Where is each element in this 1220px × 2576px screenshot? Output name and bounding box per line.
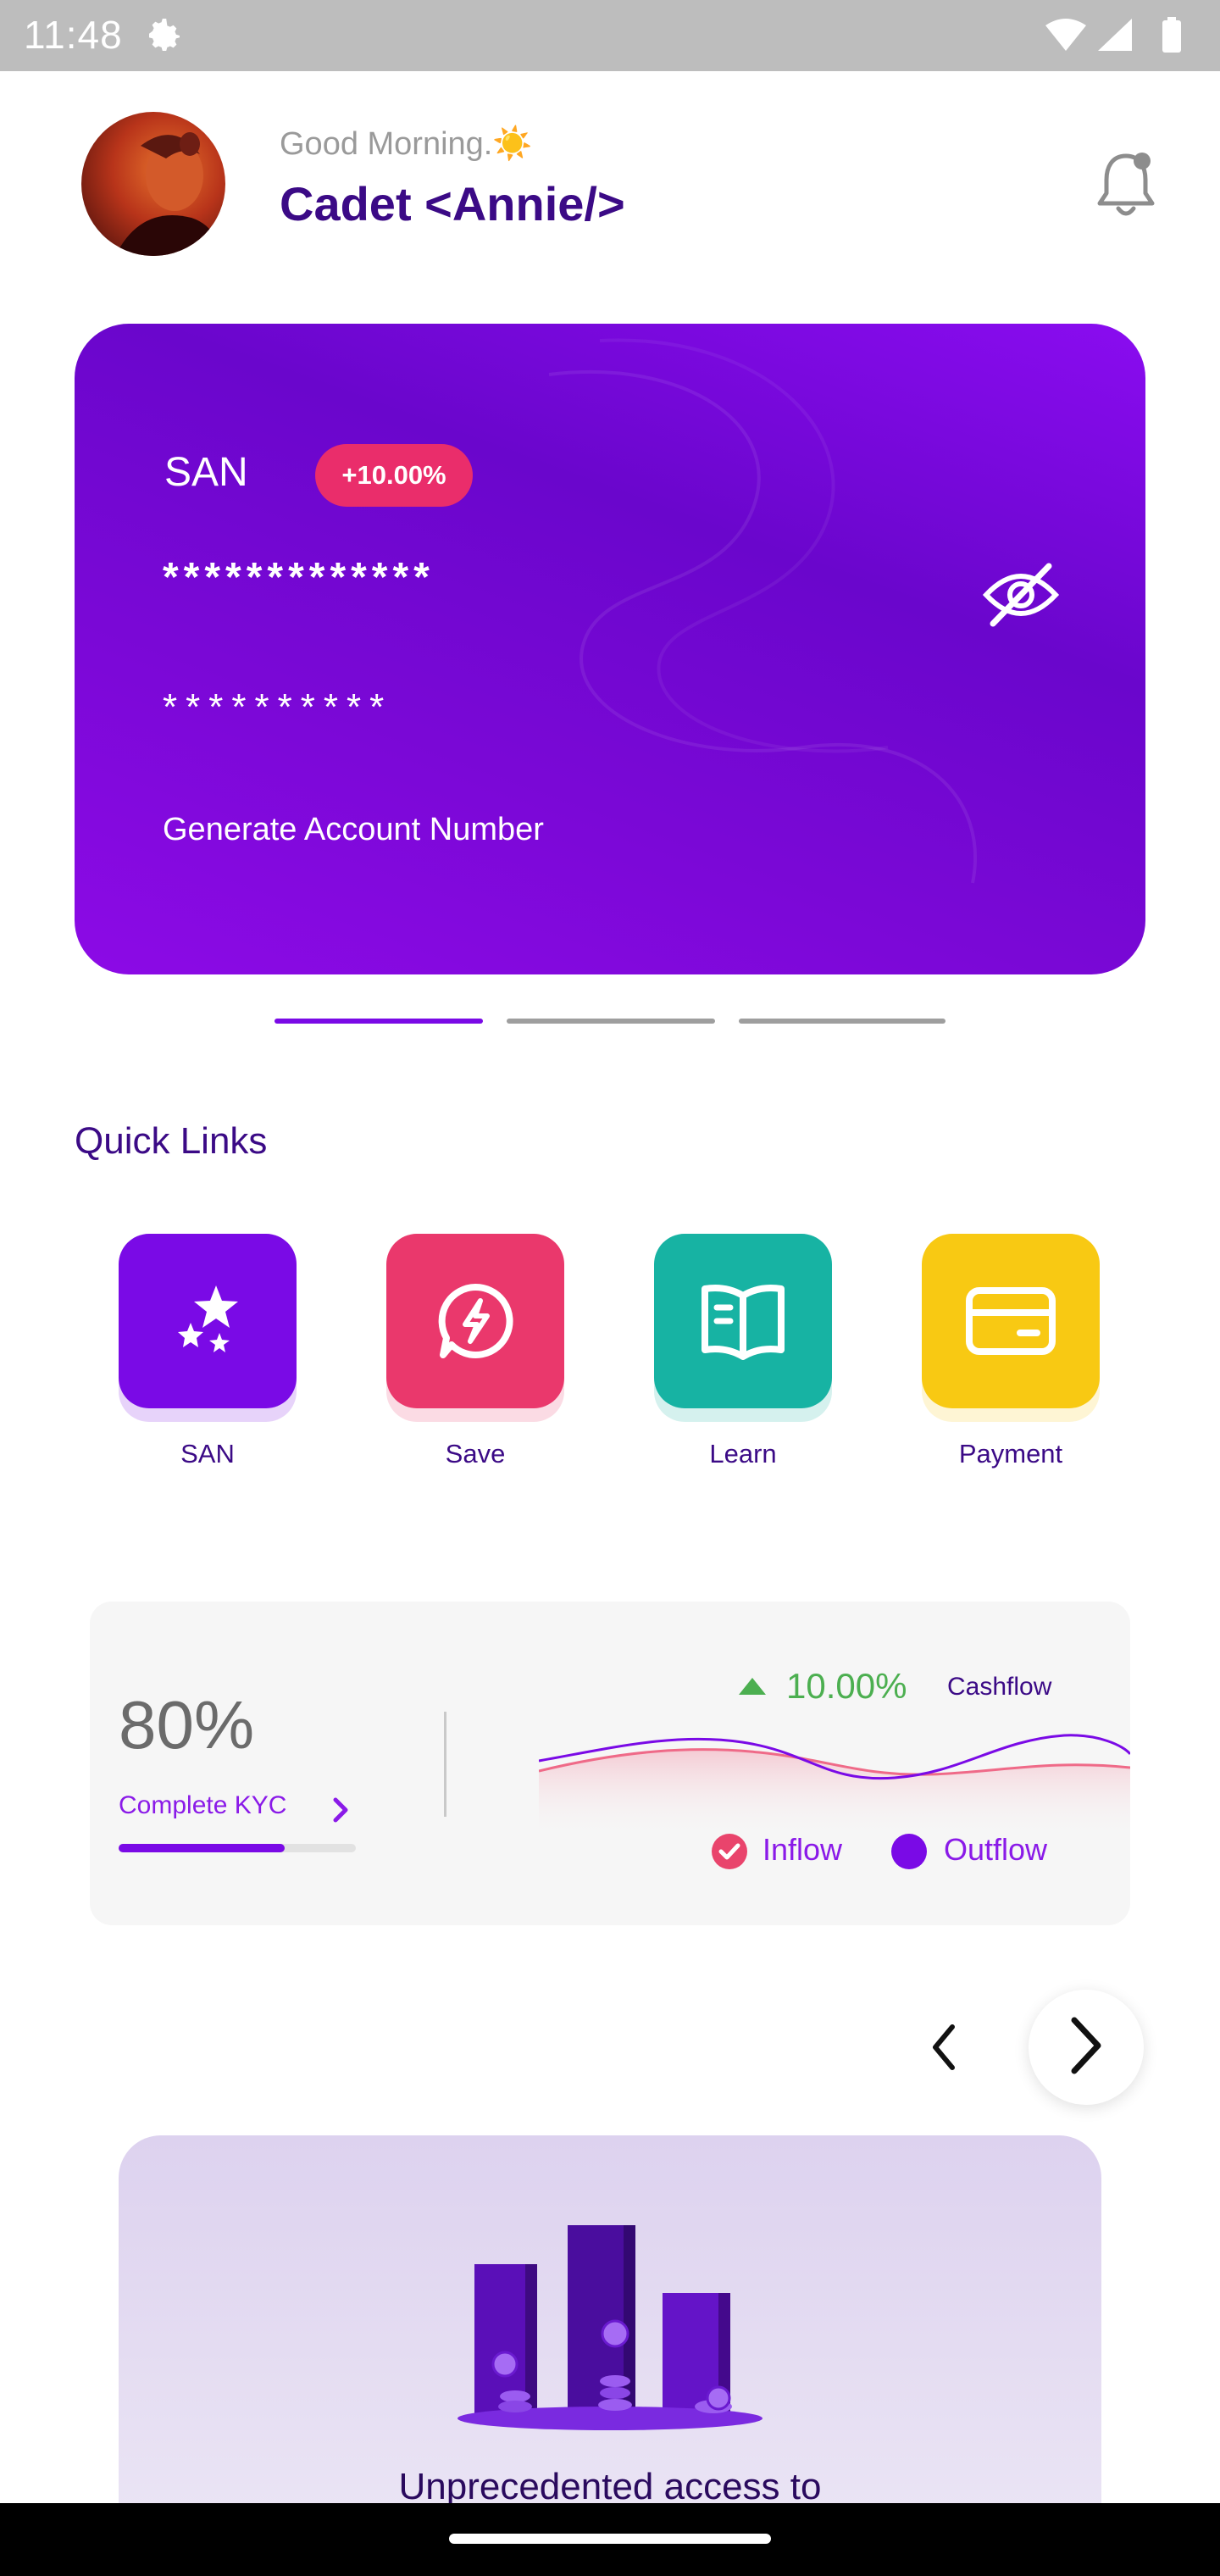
lightning-chat-icon <box>386 1234 564 1408</box>
outflow-dot-icon <box>890 1832 929 1875</box>
quick-link-san[interactable]: SAN <box>119 1234 297 1469</box>
carousel-indicator-2[interactable] <box>507 1019 715 1024</box>
carousel-indicator-1[interactable] <box>274 1019 483 1024</box>
system-navigation-bar <box>0 2503 1220 2576</box>
complete-kyc-link[interactable]: Complete KYC <box>119 1791 286 1820</box>
greeting-text: Good Morning.☀️ <box>280 126 533 162</box>
promo-text: Unprecedented access to <box>398 2466 822 2507</box>
panel-divider <box>444 1712 446 1817</box>
signal-icon <box>1098 19 1132 51</box>
chevron-right-icon[interactable] <box>329 1796 352 1828</box>
quick-link-label: Payment <box>958 1439 1063 1468</box>
card-label: SAN <box>164 450 248 495</box>
carousel-indicator-3[interactable] <box>739 1019 946 1024</box>
quick-link-save[interactable]: Save <box>386 1234 564 1469</box>
kyc-progress-fill <box>119 1844 285 1852</box>
battery-icon <box>1162 20 1181 53</box>
settings-gear-icon <box>144 15 185 60</box>
user-name: Cadet <Annie/> <box>280 177 625 230</box>
account-card[interactable]: SAN +10.00% ************* ********** Gen… <box>75 324 1145 974</box>
masked-balance: ************* <box>163 555 435 600</box>
quick-link-label: Save <box>445 1439 506 1468</box>
quick-link-label: SAN <box>180 1439 235 1468</box>
inflow-area <box>539 1749 1130 1839</box>
home-gesture-handle[interactable] <box>449 2534 771 2544</box>
legend-inflow: Inflow <box>762 1832 843 1867</box>
next-button[interactable] <box>1029 1990 1144 2105</box>
kyc-progress-bar <box>119 1844 356 1852</box>
generate-account-number-link[interactable]: Generate Account Number <box>163 812 544 848</box>
quick-links-title: Quick Links <box>75 1120 268 1162</box>
cashflow-change: 10.00% <box>786 1666 907 1706</box>
cashflow-sparkline <box>539 1734 1130 1839</box>
cashflow-title: Cashflow <box>947 1673 1052 1701</box>
quick-link-label: Learn <box>709 1439 777 1468</box>
book-icon <box>654 1234 832 1408</box>
coins-bar-chart-illustration <box>458 2225 762 2430</box>
chevron-left-icon[interactable] <box>923 2020 966 2079</box>
legend-outflow: Outflow <box>944 1832 1048 1867</box>
wifi-icon <box>1045 19 1086 51</box>
notification-bell-icon[interactable] <box>1093 149 1159 226</box>
avatar[interactable] <box>81 112 225 256</box>
status-time: 11:48 <box>24 13 123 57</box>
quick-link-learn[interactable]: Learn <box>654 1234 832 1469</box>
card-icon <box>922 1234 1100 1408</box>
hide-balance-eye-icon[interactable] <box>981 561 1061 633</box>
kyc-percent: 80% <box>119 1687 255 1763</box>
quick-link-payment[interactable]: Payment <box>922 1234 1100 1469</box>
status-bar: 11:48 <box>0 0 1220 71</box>
system-indicators <box>1044 15 1188 60</box>
trend-up-icon <box>737 1676 768 1701</box>
inflow-check-icon <box>710 1832 749 1875</box>
masked-account-number: ********** <box>163 686 393 728</box>
stars-icon <box>119 1234 297 1408</box>
chevron-right-icon <box>1062 2013 1110 2082</box>
card-change-badge: +10.00% <box>315 444 473 507</box>
card-background-pattern <box>548 338 978 884</box>
